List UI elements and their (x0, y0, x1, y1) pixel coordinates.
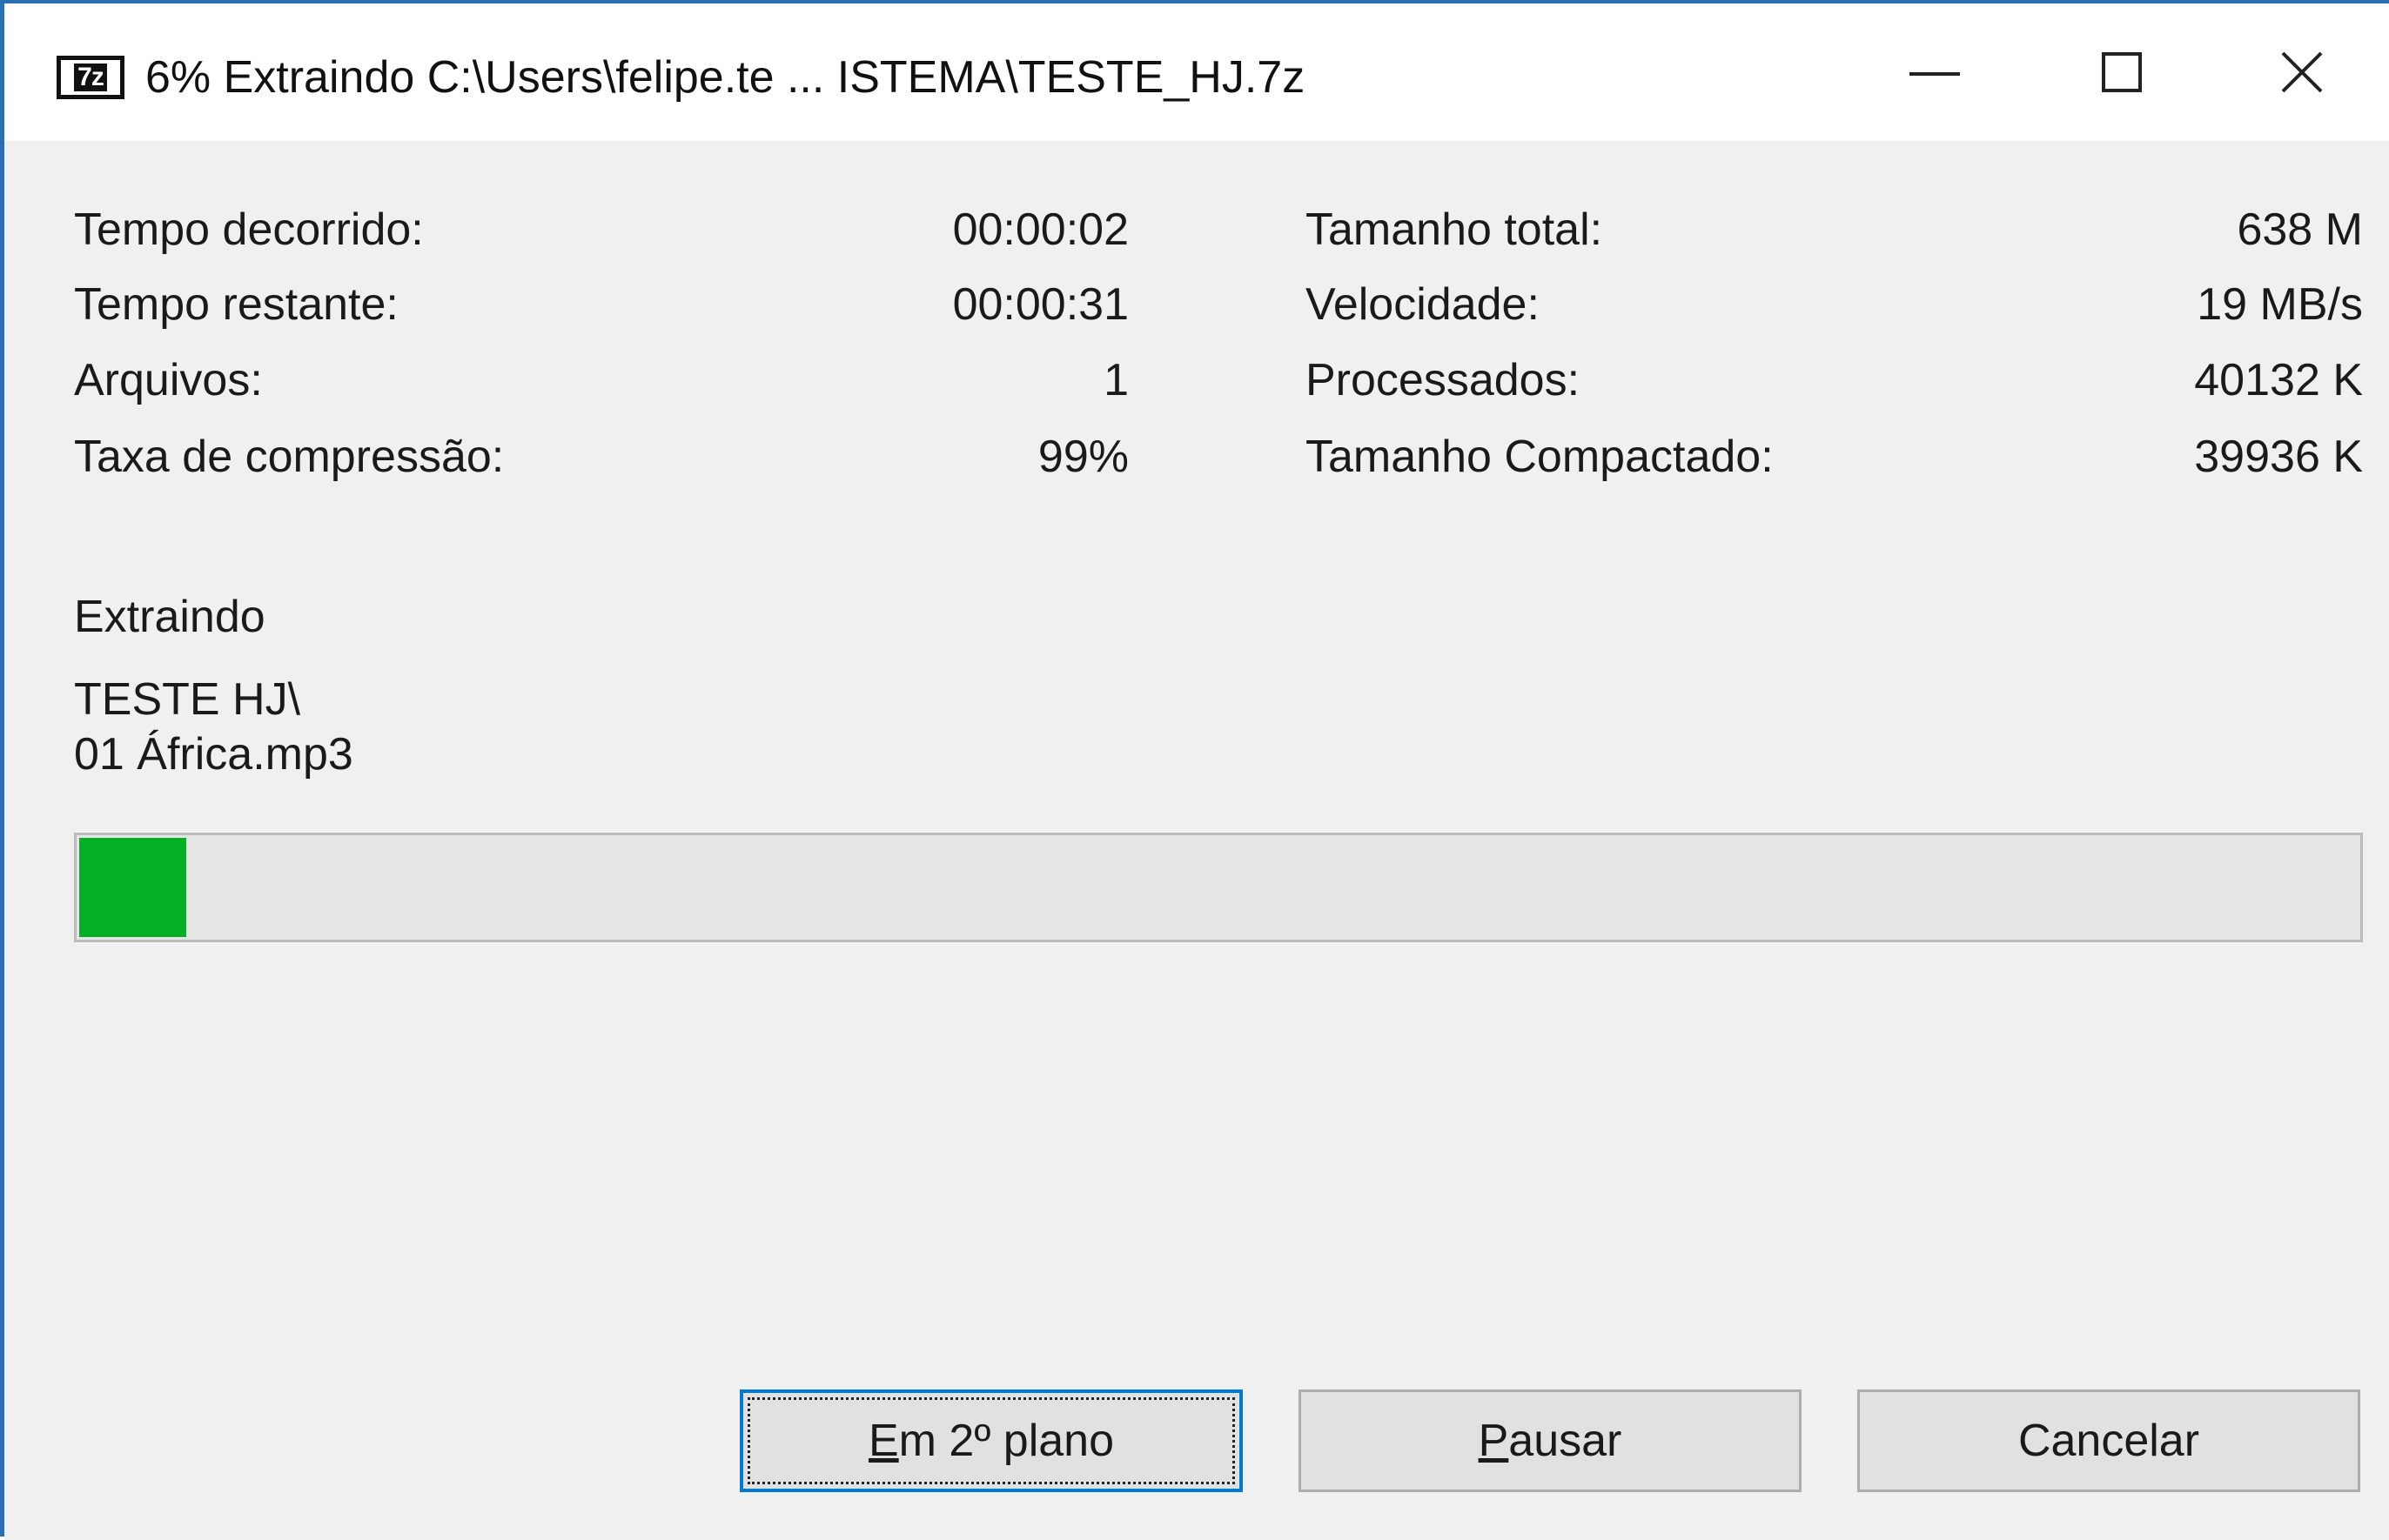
dialog-content: Tempo decorrido: 00:00:02 Tempo restante… (4, 141, 2389, 1540)
close-icon (2281, 51, 2323, 93)
close-button[interactable] (2215, 3, 2389, 141)
maximize-icon (2101, 52, 2142, 92)
current-file: 01 África.mp3 (74, 729, 353, 780)
compression-ratio-label: Taxa de compressão: (74, 432, 505, 482)
files-value: 1 (1104, 355, 1129, 405)
background-button[interactable]: Em 2º plano (740, 1389, 1243, 1492)
compression-ratio-value: 99% (1037, 432, 1129, 482)
speed-value: 19 MB/s (2197, 279, 2363, 330)
progress-bar (74, 833, 2363, 942)
extraction-progress-window: 7z 6% Extraindo C:\Users\felipe.te ... I… (0, 0, 2389, 1540)
elapsed-time-value: 00:00:02 (952, 204, 1129, 255)
packed-size-value: 39936 K (2194, 432, 2363, 482)
speed-label: Velocidade: (1305, 279, 1540, 330)
pause-button[interactable]: Pausar (1299, 1389, 1802, 1492)
progress-bar-fill (79, 838, 186, 937)
minimize-icon (1909, 72, 1960, 76)
7zip-app-icon[interactable]: 7z (57, 56, 124, 99)
total-size-label: Tamanho total: (1305, 204, 1603, 255)
cancel-button[interactable]: Cancelar (1857, 1389, 2360, 1492)
current-folder: TESTE HJ\ (74, 674, 301, 725)
pause-button-label: ausar (1508, 1416, 1622, 1466)
elapsed-time-label: Tempo decorrido: (74, 204, 424, 255)
total-size-value: 638 M (2237, 204, 2363, 255)
minimize-button[interactable] (1841, 3, 2028, 141)
background-button-label: m 2º plano (898, 1416, 1115, 1466)
pause-button-mnemonic: P (1478, 1416, 1509, 1466)
remaining-time-value: 00:00:31 (952, 279, 1129, 330)
app-icon-label: 7z (74, 64, 107, 91)
window-title: 6% Extraindo C:\Users\felipe.te ... ISTE… (145, 52, 1305, 103)
processed-value: 40132 K (2194, 355, 2363, 405)
remaining-time-label: Tempo restante: (74, 279, 399, 330)
maximize-button[interactable] (2028, 3, 2215, 141)
background-button-mnemonic: E (868, 1416, 899, 1466)
title-bar[interactable]: 7z 6% Extraindo C:\Users\felipe.te ... I… (4, 3, 2389, 141)
processed-label: Processados: (1305, 355, 1580, 405)
operation-label: Extraindo (74, 592, 265, 642)
files-label: Arquivos: (74, 355, 263, 405)
packed-size-label: Tamanho Compactado: (1305, 432, 1774, 482)
